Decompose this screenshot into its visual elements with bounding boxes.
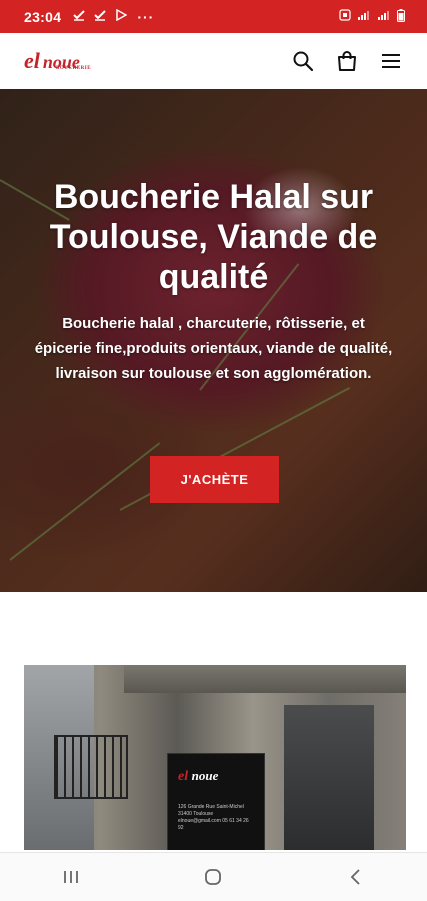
back-icon[interactable] [336,857,376,897]
more-notifications-icon: ··· [137,8,155,25]
site-logo[interactable]: el BOUCHERIE noue [24,48,91,73]
wifi-signal-icon [357,9,371,24]
system-nav-bar [0,852,427,901]
sign-address: 126 Grande Rue Saint-Michel 31400 Toulou… [178,804,249,831]
cell-signal-icon [377,9,391,24]
home-icon[interactable] [193,857,233,897]
logo-el-text: el [24,48,40,73]
hero-title: Boucherie Halal sur Toulouse, Viande de … [49,178,378,296]
status-time: 23:04 [24,8,62,25]
status-bar: 23:04 ··· [0,0,427,33]
system-icons [339,8,405,25]
recent-apps-icon[interactable] [51,857,91,897]
buy-button[interactable]: J'ACHÈTE [150,456,279,503]
hero-banner: Boucherie Halal sur Toulouse, Viande de … [0,89,427,592]
check-icon [73,9,86,24]
alarm-icon [339,9,351,24]
search-icon[interactable] [291,49,315,73]
battery-icon [397,8,405,25]
storefront-image: el noue 126 Grande Rue Saint-Michel 3140… [24,665,406,850]
logo-small-text: BOUCHERIE [56,66,92,71]
site-header: el BOUCHERIE noue [0,33,427,89]
sign-logo: el noue [178,768,219,784]
shop-sign: el noue 126 Grande Rue Saint-Michel 3140… [167,753,265,850]
hamburger-menu-icon[interactable] [379,49,403,73]
header-actions [291,49,403,73]
hero-content: Boucherie Halal sur Toulouse, Viande de … [0,177,427,386]
play-icon [115,8,128,24]
notification-icons [73,8,128,24]
check-icon [94,9,107,24]
shopping-bag-icon[interactable] [335,49,359,73]
hero-subtitle: Boucherie halal , charcuterie, rôtisseri… [34,315,393,382]
